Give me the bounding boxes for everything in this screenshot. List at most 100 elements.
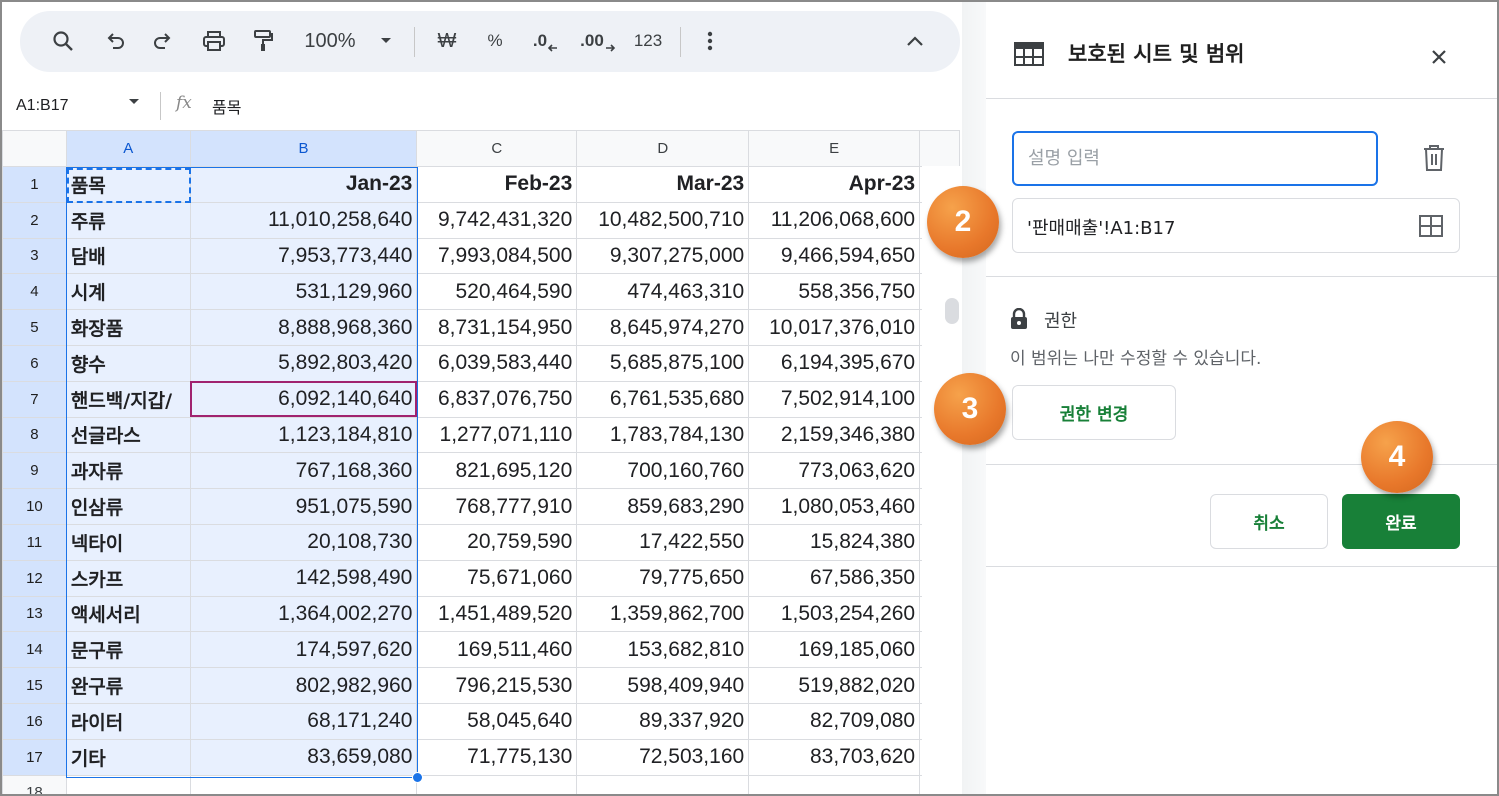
cell[interactable]: 1,451,489,520 (416, 595, 578, 633)
cell[interactable]: 821,695,120 (416, 452, 578, 490)
cell[interactable]: 768,777,910 (416, 488, 578, 525)
search-icon[interactable] (48, 25, 78, 57)
cell[interactable] (748, 774, 921, 794)
cell[interactable]: 89,337,920 (576, 702, 750, 740)
cell[interactable]: 83,703,620 (748, 738, 921, 776)
row-header[interactable]: 9 (2, 452, 67, 490)
zoom-value[interactable]: 100% (300, 25, 360, 57)
column-header[interactable]: D (576, 130, 750, 167)
cell[interactable]: 15,824,380 (748, 523, 921, 561)
cell[interactable]: 액세서리 (65, 595, 191, 633)
cell[interactable]: 58,045,640 (416, 702, 578, 740)
cell[interactable] (416, 774, 578, 794)
row-header[interactable]: 17 (2, 738, 67, 776)
row-header[interactable]: 13 (2, 595, 67, 633)
name-box-dropdown-icon[interactable] (128, 98, 140, 106)
cell[interactable]: 7,993,084,500 (416, 237, 578, 275)
select-range-icon[interactable] (1419, 215, 1443, 237)
cell[interactable] (189, 774, 418, 794)
row-header[interactable]: 5 (2, 309, 67, 346)
row-header[interactable]: 7 (2, 380, 67, 418)
cell[interactable]: 558,356,750 (748, 273, 921, 311)
zoom-dropdown-icon[interactable] (376, 25, 396, 57)
cell[interactable]: 1,359,862,700 (576, 595, 750, 633)
cell[interactable]: 담배 (65, 237, 191, 275)
cell[interactable]: 20,759,590 (416, 523, 578, 561)
column-header[interactable] (919, 130, 960, 167)
more-options-icon[interactable] (700, 25, 720, 57)
fill-handle[interactable] (412, 772, 423, 783)
cell[interactable]: 문구류 (65, 631, 191, 669)
cell[interactable]: 75,671,060 (416, 559, 578, 597)
cell[interactable] (576, 774, 750, 794)
cell[interactable]: 169,511,460 (416, 631, 578, 669)
cell[interactable]: 531,129,960 (189, 273, 418, 311)
cell[interactable]: 859,683,290 (576, 488, 750, 525)
number-format-button[interactable]: 123 (628, 25, 668, 57)
row-header[interactable]: 2 (2, 201, 67, 239)
cell[interactable]: 선글라스 (65, 416, 191, 454)
cell[interactable]: 향수 (65, 344, 191, 382)
cell[interactable]: 1,783,784,130 (576, 416, 750, 454)
cell[interactable]: 품목 (65, 166, 191, 203)
cell[interactable]: 1,364,002,270 (189, 595, 418, 633)
cell[interactable]: 79,775,650 (576, 559, 750, 597)
cell[interactable]: Jan-23 (189, 166, 418, 203)
cell[interactable]: 474,463,310 (576, 273, 750, 311)
column-header[interactable]: C (416, 130, 578, 167)
delete-icon[interactable] (1422, 144, 1446, 176)
cell[interactable]: 1,123,184,810 (189, 416, 418, 454)
cell[interactable]: 700,160,760 (576, 452, 750, 490)
cell[interactable]: 767,168,360 (189, 452, 418, 490)
name-box[interactable]: A1:B17 (16, 92, 156, 120)
description-input[interactable] (1012, 131, 1378, 186)
row-header[interactable]: 8 (2, 416, 67, 454)
cell[interactable]: 핸드백/지갑/ (65, 380, 191, 418)
spreadsheet-grid[interactable]: ABCDE 1 품목 Jan-23 Feb-23 Mar-23 Apr-23 2 주류 11,0… (2, 130, 960, 794)
cell[interactable] (65, 774, 191, 794)
cell[interactable]: 773,063,620 (748, 452, 921, 490)
cell[interactable]: 9,742,431,320 (416, 201, 578, 239)
cell[interactable]: 83,659,080 (189, 738, 418, 776)
cell[interactable]: 9,466,594,650 (748, 237, 921, 275)
column-header[interactable]: B (189, 130, 418, 167)
cell[interactable]: 1,080,053,460 (748, 488, 921, 525)
cell[interactable]: 1,277,071,110 (416, 416, 578, 454)
cell[interactable]: 라이터 (65, 702, 191, 740)
cell[interactable]: 10,482,500,710 (576, 201, 750, 239)
row-header[interactable]: 11 (2, 523, 67, 561)
cell[interactable]: 6,194,395,670 (748, 344, 921, 382)
change-permission-button[interactable]: 권한 변경 (1012, 385, 1176, 440)
redo-icon[interactable] (148, 25, 178, 57)
cell[interactable]: 시계 (65, 273, 191, 311)
range-field[interactable]: '판매매출'!A1:B17 (1012, 198, 1460, 253)
cell[interactable]: 2,159,346,380 (748, 416, 921, 454)
row-header[interactable]: 15 (2, 667, 67, 704)
cell[interactable]: 넥타이 (65, 523, 191, 561)
cell[interactable]: Mar-23 (576, 166, 750, 203)
cell[interactable]: 완구류 (65, 667, 191, 704)
row-header[interactable]: 4 (2, 273, 67, 311)
cell[interactable]: 598,409,940 (576, 667, 750, 704)
vertical-scrollbar[interactable] (945, 298, 959, 324)
cell[interactable]: 153,682,810 (576, 631, 750, 669)
cell[interactable]: 10,017,376,010 (748, 309, 921, 346)
cell[interactable]: 5,685,875,100 (576, 344, 750, 382)
cell[interactable]: 6,039,583,440 (416, 344, 578, 382)
cell[interactable]: 6,837,076,750 (416, 380, 578, 418)
cell[interactable]: 17,422,550 (576, 523, 750, 561)
cell[interactable]: 796,215,530 (416, 667, 578, 704)
cell[interactable]: 72,503,160 (576, 738, 750, 776)
cell[interactable]: 화장품 (65, 309, 191, 346)
close-icon[interactable] (1424, 42, 1454, 72)
cell[interactable]: 7,953,773,440 (189, 237, 418, 275)
cell[interactable]: 951,075,590 (189, 488, 418, 525)
collapse-toolbar-icon[interactable] (902, 25, 928, 57)
row-header[interactable]: 16 (2, 702, 67, 740)
increase-decimal-button[interactable]: .00 (578, 25, 618, 57)
row-header[interactable]: 14 (2, 631, 67, 669)
cell[interactable]: 174,597,620 (189, 631, 418, 669)
cell[interactable]: 과자류 (65, 452, 191, 490)
cell[interactable]: 8,645,974,270 (576, 309, 750, 346)
formula-input[interactable]: 품목 (212, 94, 241, 118)
